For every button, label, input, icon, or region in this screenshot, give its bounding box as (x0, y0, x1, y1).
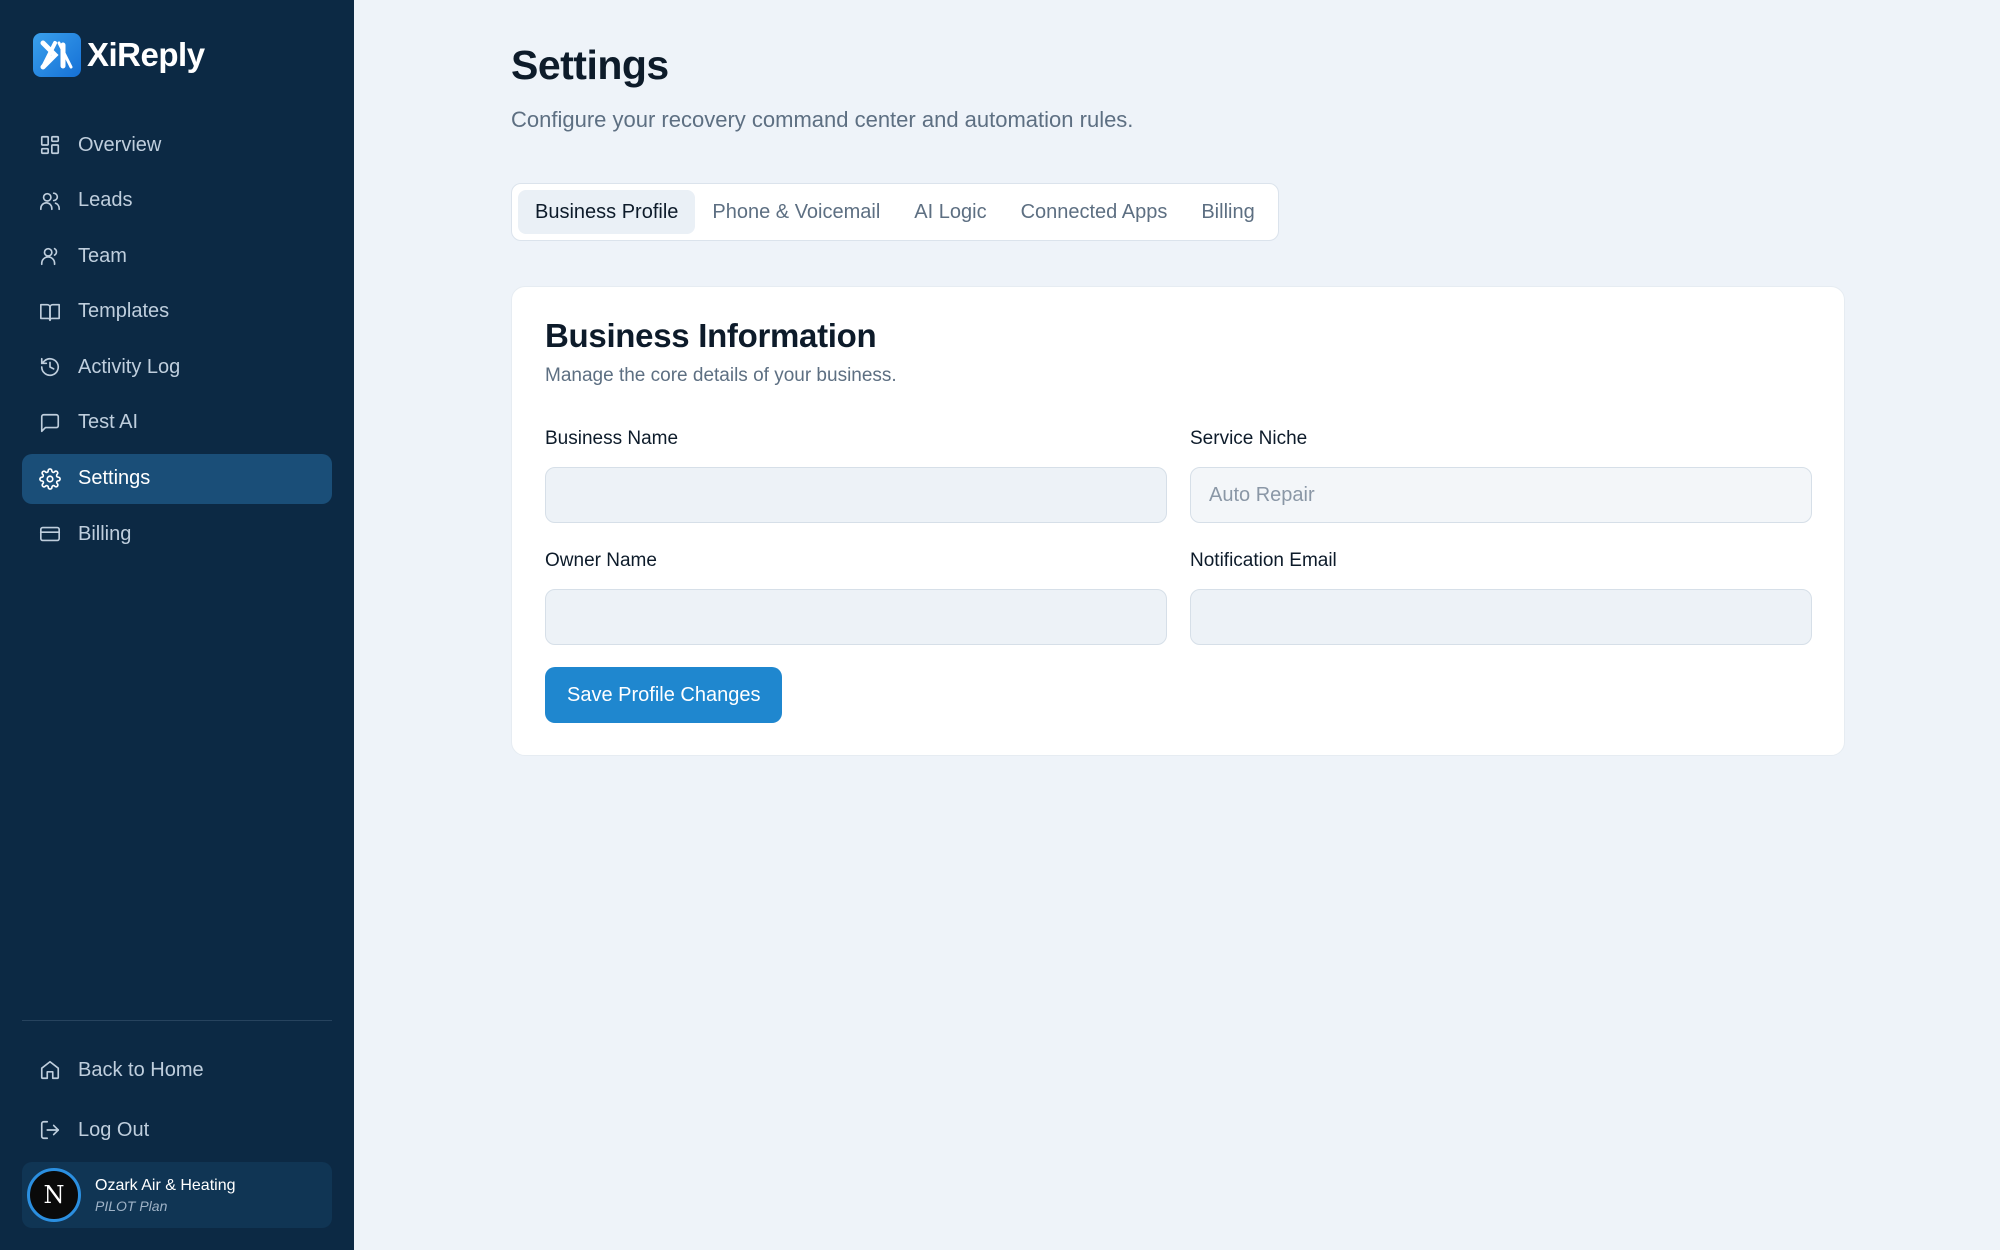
service-niche-field[interactable] (1190, 467, 1812, 523)
notification-email-label: Notification Email (1190, 550, 1337, 571)
sidebar-bottom-nav: Back to Home Log Out (22, 1044, 332, 1164)
save-profile-button[interactable]: Save Profile Changes (545, 667, 783, 723)
back-to-home-label: Back to Home (78, 1058, 204, 1081)
business-name-field[interactable] (545, 467, 1167, 523)
sidebar-item-label: Templates (78, 300, 170, 323)
sidebar-item-label: Team (78, 244, 127, 267)
tab-business-profile[interactable]: Business Profile (518, 190, 696, 234)
business-name-label: Business Name (545, 428, 679, 449)
settings-tabs: Business Profile Phone & Voicemail AI Lo… (511, 183, 1279, 241)
business-information-card: Business Information Manage the core det… (511, 286, 1845, 756)
tab-connected-apps[interactable]: Connected Apps (1004, 190, 1185, 234)
sidebar-item-team[interactable]: Team (22, 231, 332, 281)
notification-email-field[interactable] (1190, 589, 1812, 645)
sidebar-item-templates[interactable]: Templates (22, 287, 332, 337)
sidebar-item-leads[interactable]: Leads (22, 176, 332, 226)
tab-ai-logic[interactable]: AI Logic (897, 190, 1003, 234)
sidebar-item-overview[interactable]: Overview (22, 120, 332, 170)
card-title: Business Information (545, 317, 877, 354)
page-subtitle: Configure your recovery command center a… (511, 107, 1134, 132)
book-icon (38, 300, 62, 324)
back-to-home-link[interactable]: Back to Home (22, 1044, 332, 1096)
logout-icon (38, 1118, 62, 1142)
log-out-label: Log Out (78, 1118, 150, 1141)
page-title: Settings (511, 42, 669, 88)
brand-name: XiReply (87, 36, 205, 73)
brand-logo[interactable]: XiReply (33, 33, 205, 77)
sidebar-divider (22, 1020, 332, 1021)
sidebar-item-label: Settings (78, 467, 151, 490)
log-out-link[interactable]: Log Out (22, 1104, 332, 1156)
sidebar-item-label: Billing (78, 522, 132, 545)
sidebar-item-test-ai[interactable]: Test AI (22, 398, 332, 448)
sidebar-item-label: Activity Log (78, 355, 181, 378)
sidebar: XiReply Overview Leads Team Templates Ac… (0, 0, 354, 1250)
business-account-name: Ozark Air & Heating (95, 1176, 236, 1194)
owner-name-label: Owner Name (545, 550, 657, 571)
credit-card-icon (38, 522, 62, 546)
dashboard-icon (38, 133, 62, 157)
account-info: Ozark Air & Heating PILOT Plan (95, 1177, 236, 1214)
sidebar-item-billing[interactable]: Billing (22, 509, 332, 559)
tab-phone-voicemail[interactable]: Phone & Voicemail (695, 190, 897, 234)
sidebar-item-label: Overview (78, 133, 162, 156)
sidebar-item-label: Leads (78, 189, 133, 212)
avatar: N (27, 1168, 81, 1222)
card-subtitle: Manage the core details of your business… (545, 365, 897, 386)
service-niche-label: Service Niche (1190, 428, 1308, 449)
sidebar-item-activity-log[interactable]: Activity Log (22, 342, 332, 392)
chat-icon (38, 411, 62, 435)
sidebar-item-label: Test AI (78, 411, 139, 434)
team-icon (38, 244, 62, 268)
users-icon (38, 189, 62, 213)
plan-label: PILOT Plan (95, 1197, 168, 1214)
gear-icon (38, 467, 62, 491)
tab-billing[interactable]: Billing (1184, 190, 1271, 234)
sidebar-item-settings[interactable]: Settings (22, 453, 332, 504)
history-icon (38, 355, 62, 379)
sidebar-nav: Overview Leads Team Templates Activity L… (22, 120, 332, 565)
xireply-logo-icon (33, 33, 81, 77)
owner-name-field[interactable] (545, 589, 1167, 645)
account-card[interactable]: N Ozark Air & Heating PILOT Plan (22, 1162, 332, 1228)
home-icon (38, 1058, 62, 1082)
